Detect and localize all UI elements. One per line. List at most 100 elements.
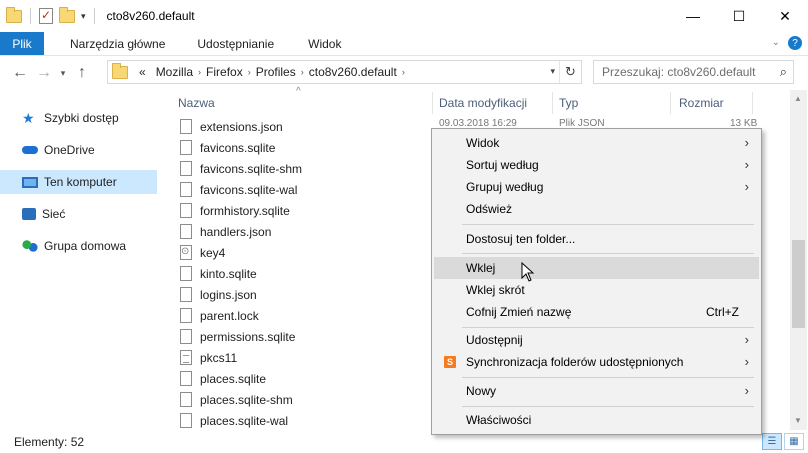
file-row[interactable]: pkcs11	[180, 347, 237, 368]
chevron-right-icon[interactable]: ›	[402, 67, 405, 77]
address-dropdown-icon[interactable]: ▾	[550, 66, 555, 77]
menu-item-undo-rename[interactable]: Cofnij Zmień nazwę Ctrl+Z	[434, 301, 759, 323]
file-row[interactable]: handlers.json	[180, 221, 271, 242]
up-button[interactable]: ↑	[70, 64, 94, 82]
file-row[interactable]: favicons.sqlite-shm	[180, 158, 302, 179]
scroll-up-icon[interactable]: ▲	[794, 94, 802, 103]
menu-item-share[interactable]: Udostępnij ›	[434, 329, 759, 351]
column-header-name[interactable]: Nazwa	[178, 96, 215, 110]
menu-item-label: Nowy	[466, 384, 497, 398]
nav-item-label: OneDrive	[44, 143, 95, 157]
menu-item-sync-shared-folders[interactable]: S Synchronizacja folderów udostępnionych ›	[434, 351, 759, 373]
menu-item-customize-folder[interactable]: Dostosuj ten folder...	[434, 228, 759, 250]
details-view-icon[interactable]: ☰	[762, 433, 782, 450]
file-name: favicons.sqlite-shm	[200, 161, 303, 176]
menu-item-refresh[interactable]: Odśwież	[434, 198, 759, 220]
menu-item-label: Wklej	[466, 261, 496, 275]
recent-locations-icon[interactable]: ▾	[56, 68, 70, 79]
menu-item-view[interactable]: Widok ›	[434, 132, 759, 154]
breadcrumb-current[interactable]: cto8v260.default	[304, 65, 402, 79]
file-row[interactable]: permissions.sqlite	[180, 326, 295, 347]
refresh-button[interactable]: ↻	[559, 61, 581, 83]
file-name: formhistory.sqlite	[200, 203, 290, 218]
column-header-modified[interactable]: Data modyfikacji	[439, 96, 527, 110]
menu-item-shortcut: Ctrl+Z	[706, 305, 739, 319]
file-row[interactable]: formhistory.sqlite	[180, 200, 290, 221]
file-row[interactable]: logins.json	[180, 284, 257, 305]
column-divider[interactable]	[552, 92, 553, 114]
tab-share[interactable]: Udostępnianie	[179, 32, 288, 55]
file-row[interactable]: extensions.json	[180, 116, 283, 137]
breadcrumb-firefox[interactable]: Firefox	[201, 65, 248, 79]
title-bar: ▾ cto8v260.default — ☐ ✕	[0, 0, 808, 32]
properties-icon[interactable]	[39, 8, 53, 24]
breadcrumb-overflow[interactable]: «	[134, 65, 151, 79]
view-switcher: ☰ ▦	[762, 433, 804, 450]
tab-view[interactable]: Widok	[288, 32, 355, 55]
maximize-button[interactable]: ☐	[716, 0, 762, 32]
star-icon: ★	[22, 110, 35, 126]
tab-home[interactable]: Narzędzia główne	[44, 32, 179, 55]
menu-item-properties[interactable]: Właściwości	[434, 409, 759, 431]
menu-item-label: Widok	[466, 136, 500, 150]
menu-item-label: Odśwież	[466, 202, 513, 216]
breadcrumb-profiles[interactable]: Profiles	[251, 65, 301, 79]
network-icon	[22, 208, 36, 220]
vertical-scrollbar[interactable]: ▲ ▼	[790, 90, 807, 430]
nav-item-quick-access[interactable]: ★ Szybki dostęp	[0, 106, 157, 130]
column-header-size[interactable]: Rozmiar	[679, 96, 724, 110]
menu-item-new[interactable]: Nowy ›	[434, 380, 759, 402]
mouse-cursor-icon	[521, 262, 535, 282]
minimize-button[interactable]: —	[670, 0, 716, 32]
address-bar[interactable]: « Mozilla › Firefox › Profiles › cto8v26…	[107, 60, 582, 84]
file-row[interactable]: favicons.sqlite-wal	[180, 179, 297, 200]
file-row[interactable]: parent.lock	[180, 305, 259, 326]
file-icon	[180, 329, 192, 344]
column-header-type[interactable]: Typ	[559, 96, 578, 110]
back-button[interactable]: ←	[8, 64, 32, 82]
column-divider[interactable]	[432, 92, 433, 114]
menu-item-sort-by[interactable]: Sortuj według ›	[434, 154, 759, 176]
nav-item-homegroup[interactable]: Grupa domowa	[0, 234, 157, 258]
nav-item-onedrive[interactable]: OneDrive	[0, 138, 157, 162]
large-icons-view-icon[interactable]: ▦	[784, 433, 804, 450]
file-icon	[180, 392, 192, 407]
file-icon	[180, 266, 192, 281]
menu-item-group-by[interactable]: Grupuj według ›	[434, 176, 759, 198]
submenu-arrow-icon: ›	[744, 332, 749, 347]
customize-toolbar-icon[interactable]: ▾	[81, 11, 86, 22]
file-icon	[180, 371, 192, 386]
nav-item-this-pc[interactable]: Ten komputer	[0, 170, 157, 194]
file-icon	[180, 119, 192, 134]
file-row[interactable]: places.sqlite	[180, 368, 266, 389]
menu-item-paste[interactable]: Wklej	[434, 257, 759, 279]
file-row[interactable]: kinto.sqlite	[180, 263, 257, 284]
breadcrumb-mozilla[interactable]: Mozilla	[151, 65, 198, 79]
file-icon	[180, 308, 192, 323]
forward-button[interactable]: →	[32, 64, 56, 82]
first-row-size: 13 KB	[730, 118, 758, 126]
search-input[interactable]: Przeszukaj: cto8v260.default ⌕	[593, 60, 794, 84]
tab-file[interactable]: Plik	[0, 32, 44, 55]
file-row[interactable]: places.sqlite-shm	[180, 389, 293, 410]
scrollbar-thumb[interactable]	[792, 240, 805, 328]
file-row[interactable]: favicons.sqlite	[180, 137, 275, 158]
expand-ribbon-icon[interactable]: ⌄	[772, 37, 780, 48]
file-row[interactable]: places.sqlite-wal	[180, 410, 288, 431]
file-row[interactable]: key4	[180, 242, 225, 263]
scroll-down-icon[interactable]: ▼	[794, 416, 802, 425]
nav-item-network[interactable]: Sieć	[0, 202, 157, 226]
nav-item-label: Ten komputer	[44, 175, 117, 189]
file-name: places.sqlite-shm	[200, 392, 293, 407]
file-name: places.sqlite	[200, 371, 267, 386]
column-divider[interactable]	[670, 92, 671, 114]
file-name: key4	[200, 245, 226, 260]
file-name: favicons.sqlite	[200, 140, 276, 155]
help-icon[interactable]: ?	[788, 36, 802, 50]
menu-item-paste-shortcut[interactable]: Wklej skrót	[434, 279, 759, 301]
column-divider[interactable]	[752, 92, 753, 114]
close-button[interactable]: ✕	[762, 0, 808, 32]
file-name: kinto.sqlite	[200, 266, 257, 281]
new-folder-icon[interactable]	[59, 6, 75, 23]
computer-icon	[22, 176, 38, 188]
